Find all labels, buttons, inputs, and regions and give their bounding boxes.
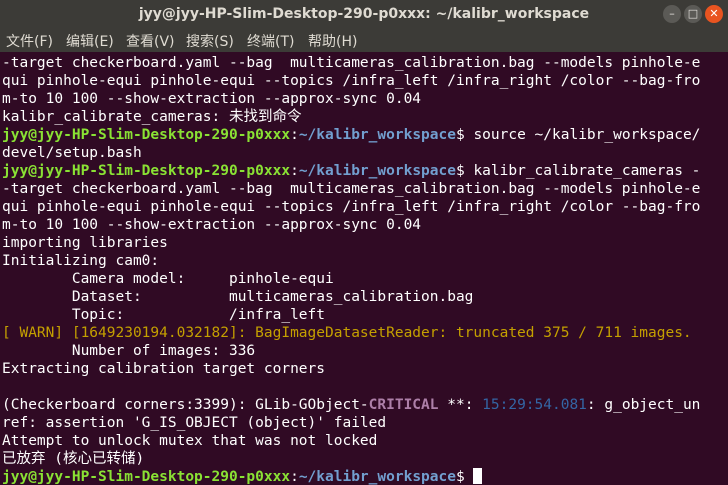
output-line: Dataset: multicameras_calibration.bag: [2, 289, 474, 305]
output-line: Initializing cam0:: [2, 253, 160, 269]
close-button[interactable]: ✕: [705, 5, 723, 23]
output-line: m-to 10 100 --show-extraction --approx-s…: [2, 91, 422, 107]
warn-line: [ WARN] [1649230194.032182]: BagImageDat…: [2, 325, 692, 341]
prompt-sep: :: [290, 127, 299, 143]
window-title: jyy@jyy-HP-Slim-Desktop-290-p0xxx: ~/kal…: [138, 6, 590, 22]
output-line: Number of images: 336: [2, 343, 256, 359]
prompt-sep: :: [290, 469, 299, 485]
output-line: importing libraries: [2, 235, 168, 251]
terminal-output[interactable]: -target checkerboard.yaml --bag multicam…: [0, 52, 728, 485]
prompt-line: jyy@jyy-HP-Slim-Desktop-290-p0xxx:~/kali…: [2, 126, 700, 144]
critical-mid: **:: [438, 397, 483, 413]
menu-view[interactable]: 查看(V): [126, 31, 175, 51]
output-line: Extracting calibration target corners: [2, 361, 326, 377]
output-line: m-to 10 100 --show-extraction --approx-s…: [2, 217, 422, 233]
text-cursor[interactable]: [473, 468, 483, 484]
prompt-sign: $: [455, 469, 474, 485]
prompt-user: jyy@jyy-HP-Slim-Desktop-290-p0xxx: [2, 163, 291, 179]
prompt-line: jyy@jyy-HP-Slim-Desktop-290-p0xxx:~/kali…: [2, 162, 700, 180]
prompt-user: jyy@jyy-HP-Slim-Desktop-290-p0xxx: [2, 469, 291, 485]
maximize-icon: □: [687, 7, 699, 20]
prompt-user: jyy@jyy-HP-Slim-Desktop-290-p0xxx: [2, 127, 291, 143]
output-line: -target checkerboard.yaml --bag multicam…: [2, 55, 701, 71]
menu-search[interactable]: 搜索(S): [186, 31, 234, 51]
title-bar: jyy@jyy-HP-Slim-Desktop-290-p0xxx: ~/kal…: [0, 0, 728, 28]
critical-timestamp: 15:29:54.081: [482, 397, 587, 413]
menu-bar: 文件(F) 编辑(E) 查看(V) 搜索(S) 终端(T) 帮助(H): [0, 28, 728, 52]
output-line: -target checkerboard.yaml --bag multicam…: [2, 181, 701, 197]
command-text: kalibr_calibrate_cameras -: [473, 163, 701, 179]
output-line: qui pinhole-equi pinhole-equi --topics /…: [2, 199, 701, 215]
minimize-icon: –: [669, 7, 675, 20]
output-line: ref: assertion 'G_IS_OBJECT (object)' fa…: [2, 415, 387, 431]
command-text: source ~/kalibr_workspace/: [473, 127, 701, 143]
critical-tag: CRITICAL: [368, 397, 439, 413]
output-line: qui pinhole-equi pinhole-equi --topics /…: [2, 73, 701, 89]
menu-edit[interactable]: 编辑(E): [66, 31, 114, 51]
prompt-path: ~/kalibr_workspace: [298, 163, 456, 179]
output-line: devel/setup.bash: [2, 145, 142, 161]
prompt-line: jyy@jyy-HP-Slim-Desktop-290-p0xxx:~/kali…: [2, 468, 483, 485]
output-line: Topic: /infra_left: [2, 307, 326, 323]
error-line: kalibr_calibrate_cameras: 未找到命令: [2, 109, 302, 125]
prompt-path: ~/kalibr_workspace: [298, 469, 456, 485]
menu-terminal[interactable]: 终端(T): [247, 31, 294, 51]
output-line: Camera model: pinhole-equi: [2, 271, 334, 287]
critical-prefix: (Checkerboard corners:3399): GLib-GObjec…: [2, 397, 369, 413]
close-icon: ✕: [709, 7, 719, 20]
prompt-sign: $: [455, 127, 474, 143]
menu-help[interactable]: 帮助(H): [308, 31, 357, 51]
critical-suffix: : g_object_un: [586, 397, 701, 413]
menu-file[interactable]: 文件(F): [6, 31, 53, 51]
prompt-sign: $: [455, 163, 474, 179]
output-line: Attempt to unlock mutex that was not loc…: [2, 433, 378, 449]
maximize-button[interactable]: □: [684, 5, 702, 23]
minimize-button[interactable]: –: [663, 5, 681, 23]
prompt-path: ~/kalibr_workspace: [298, 127, 456, 143]
prompt-sep: :: [290, 163, 299, 179]
critical-line: (Checkerboard corners:3399): GLib-GObjec…: [2, 396, 700, 414]
error-line: 已放弃 (核心已转储): [2, 451, 145, 467]
